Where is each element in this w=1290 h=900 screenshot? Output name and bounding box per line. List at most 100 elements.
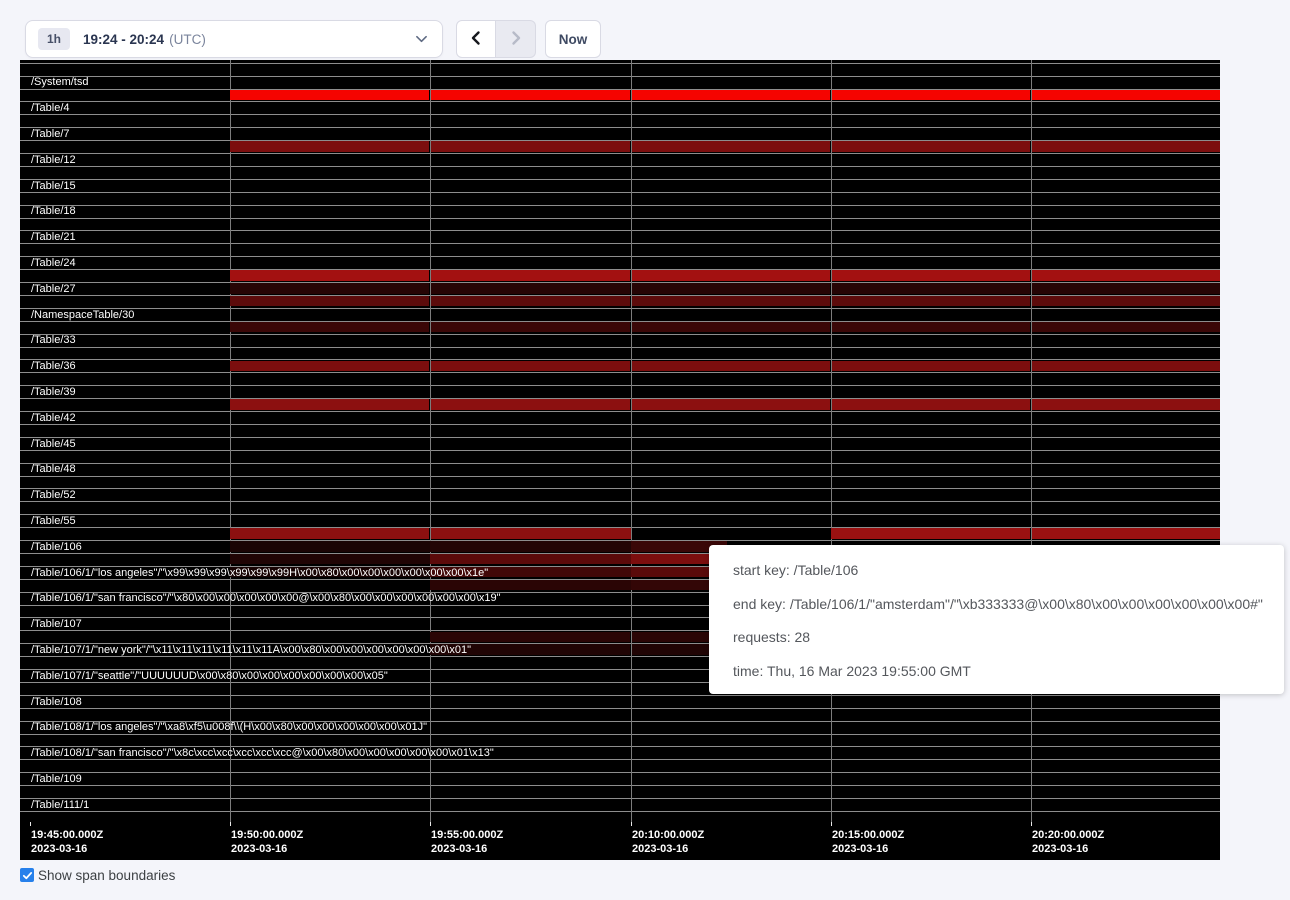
span-boundary-line [20, 514, 1220, 515]
span-boundary-line [20, 230, 1220, 231]
heat-band[interactable] [431, 90, 630, 100]
span-boundary-line [20, 488, 1220, 489]
heat-band[interactable] [832, 399, 1030, 409]
span-boundary-line [20, 179, 1220, 180]
span-boundary-line [20, 411, 1220, 412]
span-key-label: /Table/107/1/"new york"/"\x11\x11\x11\x1… [31, 644, 471, 656]
heat-band[interactable] [230, 554, 430, 564]
span-key-label: /Table/4 [31, 102, 70, 114]
heat-band[interactable] [1032, 399, 1220, 409]
prev-time-button[interactable] [456, 20, 496, 58]
heat-band[interactable] [831, 528, 1030, 538]
heat-band[interactable] [431, 296, 630, 306]
toolbar: 1h 19:24 - 20:24 (UTC) Now [25, 20, 601, 58]
heat-band[interactable] [832, 322, 1030, 332]
span-boundary-line [20, 734, 1220, 735]
span-key-label: /Table/48 [31, 463, 76, 475]
span-key-label: /Table/42 [31, 412, 76, 424]
heat-band[interactable] [230, 141, 429, 151]
span-tooltip: start key: /Table/106 end key: /Table/10… [709, 545, 1284, 694]
heat-band[interactable] [230, 270, 429, 280]
span-key-label: /Table/36 [31, 360, 76, 372]
heat-band[interactable] [1032, 528, 1220, 538]
axis-tick-date: 2023-03-16 [1032, 842, 1104, 856]
time-axis: 19:45:00.000Z2023-03-1619:50:00.000Z2023… [20, 822, 1220, 860]
heat-band[interactable] [430, 554, 631, 564]
heat-band[interactable] [1032, 361, 1220, 371]
keyvisualizer-canvas[interactable]: /System/tsd/Table/4/Table/7/Table/12/Tab… [20, 60, 1220, 860]
heat-band[interactable] [832, 361, 1030, 371]
span-key-label: /Table/21 [31, 231, 76, 243]
heat-band[interactable] [230, 541, 430, 551]
axis-tick-label: 20:15:00.000Z2023-03-16 [832, 828, 904, 856]
heat-band[interactable] [632, 399, 830, 409]
heat-band[interactable] [1032, 296, 1220, 306]
span-key-label: /Table/107 [31, 618, 82, 630]
heat-band[interactable] [431, 528, 631, 538]
span-boundary-line [20, 450, 1220, 451]
time-range-selector[interactable]: 1h 19:24 - 20:24 (UTC) [25, 20, 443, 58]
heat-band[interactable] [430, 580, 631, 590]
axis-tick-label: 19:45:00.000Z2023-03-16 [31, 828, 103, 856]
span-boundary-line [20, 695, 1220, 696]
heat-band[interactable] [1032, 141, 1220, 151]
span-boundary-line [20, 437, 1220, 438]
heat-band[interactable] [832, 283, 1030, 293]
axis-tick-time: 19:50:00.000Z [231, 828, 303, 842]
heat-band[interactable] [431, 270, 630, 280]
heat-band[interactable] [1032, 283, 1220, 293]
heat-band[interactable] [431, 283, 630, 293]
span-key-label: /Table/27 [31, 283, 76, 295]
span-key-label: /Table/108 [31, 696, 82, 708]
heat-band[interactable] [230, 90, 429, 100]
heat-band[interactable] [230, 296, 429, 306]
heat-band[interactable] [230, 283, 429, 293]
now-button[interactable]: Now [545, 20, 601, 58]
chevron-right-icon [509, 30, 523, 49]
heat-band[interactable] [832, 296, 1030, 306]
range-timezone: (UTC) [169, 32, 206, 47]
heat-band[interactable] [1032, 322, 1220, 332]
heat-band[interactable] [632, 141, 830, 151]
show-span-boundaries-checkbox[interactable] [20, 868, 34, 882]
heat-band[interactable] [632, 322, 830, 332]
heat-band[interactable] [431, 322, 630, 332]
span-key-label: /Table/39 [31, 386, 76, 398]
heat-band[interactable] [230, 399, 429, 409]
heat-band[interactable] [1032, 270, 1220, 280]
heat-band[interactable] [1032, 90, 1220, 100]
heat-band[interactable] [632, 296, 830, 306]
footer: Show span boundaries [20, 866, 175, 885]
span-key-label: /Table/7 [31, 128, 70, 140]
heat-band[interactable] [832, 90, 1030, 100]
span-key-label: /Table/111/1 [31, 799, 89, 811]
heat-band[interactable] [431, 141, 630, 151]
heat-band[interactable] [832, 141, 1030, 151]
span-boundary-line [20, 476, 1220, 477]
heat-band[interactable] [230, 361, 429, 371]
heat-band[interactable] [632, 270, 830, 280]
axis-tick-time: 20:20:00.000Z [1032, 828, 1104, 842]
span-key-label: /Table/108/1/"los angeles"/"\xa8\xf5\u00… [31, 721, 427, 733]
span-boundary-line [20, 798, 1220, 799]
tooltip-requests: requests: 28 [733, 621, 1284, 655]
heat-band[interactable] [431, 399, 630, 409]
heat-band[interactable] [632, 283, 830, 293]
heat-band[interactable] [430, 541, 631, 551]
span-boundary-line [20, 772, 1220, 773]
axis-tick-mark [430, 822, 431, 826]
heat-band[interactable] [832, 270, 1030, 280]
heatmap-grid: /System/tsd/Table/4/Table/7/Table/12/Tab… [20, 60, 1220, 822]
span-key-label: /NamespaceTable/30 [31, 309, 134, 321]
heat-band[interactable] [431, 361, 630, 371]
heat-band[interactable] [230, 322, 429, 332]
heat-band[interactable] [632, 90, 830, 100]
axis-tick-date: 2023-03-16 [231, 842, 303, 856]
heat-band[interactable] [632, 361, 830, 371]
heat-band[interactable] [230, 528, 429, 538]
next-time-button[interactable] [496, 20, 536, 58]
heat-band[interactable] [430, 632, 630, 642]
span-key-label: /Table/106/1/"san francisco"/"\x80\x00\x… [31, 592, 501, 604]
span-boundary-line [20, 205, 1220, 206]
span-key-label: /Table/45 [31, 438, 76, 450]
